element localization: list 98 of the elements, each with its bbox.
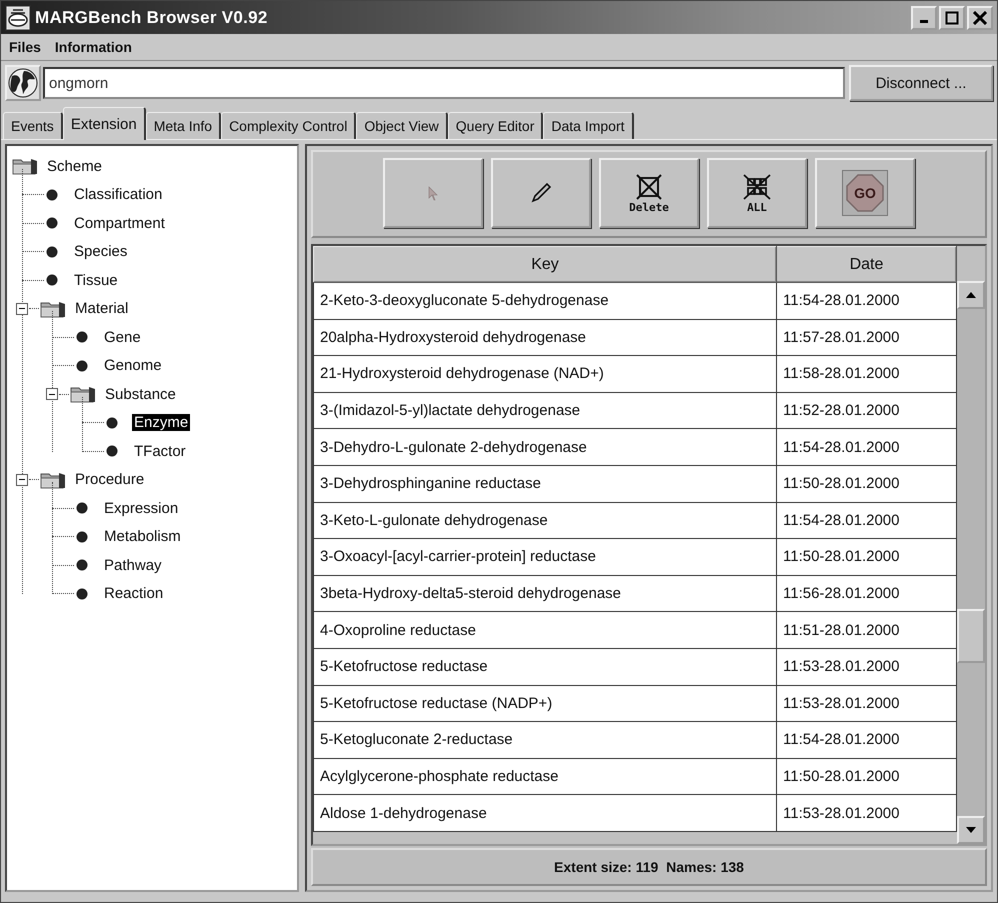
- bullet-icon: [76, 559, 88, 572]
- table-cell: 11:53-28.01.2000: [776, 685, 956, 722]
- tab[interactable]: Complexity Control: [221, 112, 356, 139]
- table-cell: 20alpha-Hydroxysteroid dehydrogenase: [314, 319, 776, 356]
- scroll-down-button[interactable]: [957, 816, 985, 844]
- folder-icon: [69, 384, 97, 404]
- table-cell: 5-Ketogluconate 2-reductase: [314, 722, 776, 758]
- folder-icon: [11, 156, 39, 176]
- disconnect-button[interactable]: Disconnect ...: [849, 65, 993, 101]
- table-cell: 3-Dehydrosphinganine reductase: [314, 465, 776, 502]
- tree-item[interactable]: Metabolism: [102, 528, 183, 546]
- table-cell: 11:50-28.01.2000: [776, 465, 956, 502]
- table-cell: Acylglycerone-phosphate reductase: [314, 758, 776, 795]
- minimize-button[interactable]: [911, 6, 937, 30]
- tree-item[interactable]: Scheme: [45, 158, 104, 175]
- collapse-toggle[interactable]: [16, 302, 28, 315]
- table-cell: 11:53-28.01.2000: [776, 648, 956, 686]
- table-cell: 11:54-28.01.2000: [776, 722, 956, 758]
- tree-item[interactable]: TFactor: [132, 442, 188, 460]
- tree-item[interactable]: Substance: [103, 386, 178, 403]
- stop-sign-icon: GO: [842, 170, 888, 216]
- tree-item[interactable]: Material: [73, 300, 130, 318]
- table-cell: 11:54-28.01.2000: [776, 502, 956, 539]
- table-cell: 11:54-28.01.2000: [776, 282, 956, 320]
- tab[interactable]: Query Editor: [448, 112, 544, 139]
- bullet-icon: [106, 445, 118, 458]
- close-button[interactable]: [967, 6, 993, 30]
- bullet-icon: [46, 246, 58, 258]
- bullet-icon: [46, 188, 58, 201]
- scrollbar-thumb[interactable]: [957, 609, 985, 663]
- tree-item[interactable]: Reaction: [102, 585, 166, 602]
- table-cell: 11:57-28.01.2000: [776, 319, 956, 356]
- bullet-icon: [106, 416, 118, 429]
- table-cell: 2-Keto-3-deoxygluconate 5-dehydrogenase: [314, 282, 776, 320]
- tree-item[interactable]: Pathway: [102, 556, 164, 574]
- table-cell: 3-Keto-L-gulonate dehydrogenase: [314, 502, 776, 539]
- bullet-icon: [76, 331, 88, 344]
- tab[interactable]: Data Import: [543, 112, 634, 139]
- table-cell: 3beta-Hydroxy-delta5-steroid dehydrogenase: [314, 575, 776, 612]
- column-header[interactable]: Key: [314, 246, 776, 282]
- tree-item[interactable]: Species: [72, 243, 130, 260]
- table-cell: 11:53-28.01.2000: [776, 794, 956, 832]
- crossed-grid-icon: [742, 172, 772, 200]
- tree-item[interactable]: Compartment: [72, 214, 167, 232]
- bullet-icon: [76, 530, 88, 543]
- table-cell: 5-Ketofructose reductase (NADP+): [314, 685, 776, 722]
- window-title: MARGBench Browser V0.92: [35, 8, 268, 28]
- bullet-icon: [46, 274, 58, 286]
- table-cell: 11:50-28.01.2000: [776, 538, 956, 576]
- tree-item[interactable]: Expression: [102, 500, 180, 517]
- tree-item[interactable]: Classification: [72, 186, 164, 204]
- collapse-toggle[interactable]: [16, 474, 28, 486]
- table-cell: 11:51-28.01.2000: [776, 612, 956, 648]
- table-cell: 11:52-28.01.2000: [776, 392, 956, 429]
- bullet-icon: [76, 502, 88, 514]
- close-icon: [973, 10, 987, 24]
- tree-item[interactable]: Procedure: [73, 471, 146, 488]
- table-cell: Aldose 1-dehydrogenase: [314, 794, 776, 832]
- status-text: Extent size: 119 Names: 138: [554, 859, 744, 875]
- collapse-toggle[interactable]: [46, 388, 58, 400]
- tab[interactable]: Meta Info: [146, 112, 222, 139]
- tree-item[interactable]: Gene: [102, 328, 143, 346]
- delete-all-button[interactable]: ALL: [707, 158, 807, 228]
- tree-item[interactable]: Tissue: [72, 272, 120, 289]
- table-cell: 11:56-28.01.2000: [776, 575, 956, 612]
- table-cell: 3-(Imidazol-5-yl)lactate dehydrogenase: [314, 392, 776, 429]
- tree-item[interactable]: Genome: [102, 357, 164, 374]
- table-cell: 3-Oxoacyl-[acyl-carrier-protein] reductase: [314, 538, 776, 576]
- pointer-icon: [426, 185, 440, 201]
- column-header[interactable]: Date: [776, 246, 956, 282]
- tab[interactable]: Events: [3, 112, 63, 139]
- menu-item[interactable]: Information: [54, 39, 132, 55]
- table-cell: 11:50-28.01.2000: [776, 758, 956, 795]
- up-arrow-icon: [966, 292, 976, 298]
- bullet-icon: [76, 588, 88, 600]
- table-cell: 3-Dehydro-L-gulonate 2-dehydrogenase: [314, 428, 776, 466]
- connection-field[interactable]: ongmorn: [43, 67, 845, 99]
- table-cell: 4-Oxoproline reductase: [314, 612, 776, 648]
- app-logo-icon: [5, 4, 31, 30]
- tab[interactable]: Extension: [62, 107, 146, 140]
- maximize-icon: [945, 10, 959, 24]
- go-button[interactable]: GO: [815, 158, 915, 228]
- bullet-icon: [76, 360, 88, 372]
- tree-item[interactable]: Enzyme: [132, 414, 190, 432]
- scroll-up-button[interactable]: [957, 281, 985, 309]
- maximize-button[interactable]: [939, 6, 965, 30]
- table-cell: 11:54-28.01.2000: [776, 428, 956, 466]
- delete-button[interactable]: Delete: [599, 158, 699, 228]
- table-cell: 21-Hydroxysteroid dehydrogenase (NAD+): [314, 356, 776, 392]
- crossed-box-icon: [635, 172, 663, 200]
- down-arrow-icon: [966, 827, 976, 833]
- tab[interactable]: Object View: [356, 112, 448, 139]
- globe-button[interactable]: [5, 65, 41, 101]
- table-cell: 11:58-28.01.2000: [776, 356, 956, 392]
- minimize-icon: [920, 20, 928, 23]
- bullet-icon: [46, 217, 58, 230]
- table-cell: 5-Ketofructose reductase: [314, 648, 776, 686]
- menu-item[interactable]: Files: [9, 39, 41, 55]
